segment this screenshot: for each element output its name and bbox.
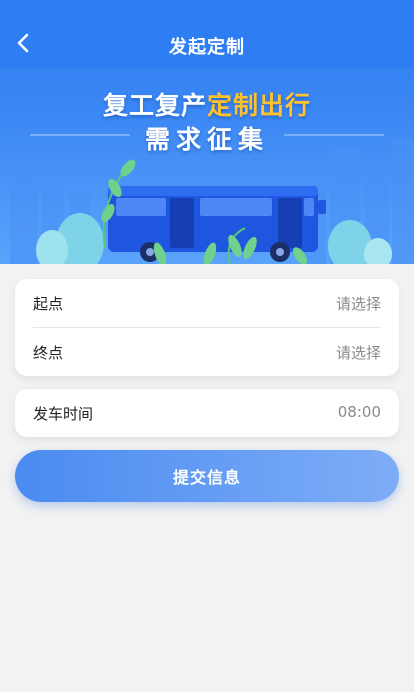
end-point-row[interactable]: 终点 请选择 [33, 328, 381, 376]
departure-time-label: 发车时间 [33, 405, 94, 423]
banner-header: 发起定制 复工复产定制出行 需求征集 [0, 0, 414, 264]
start-point-value[interactable]: 请选择 [336, 293, 381, 314]
banner-headline: 复工复产定制出行 [0, 86, 414, 122]
end-point-value[interactable]: 请选择 [336, 342, 381, 363]
page-title: 发起定制 [169, 37, 245, 58]
start-point-row[interactable]: 起点 请选择 [33, 279, 381, 327]
banner-headline-highlight: 定制出行 [207, 91, 312, 120]
banner-headline-part1: 复工复产 [102, 91, 207, 120]
departure-time-value[interactable]: 08:00 [338, 403, 381, 421]
start-point-label: 起点 [33, 295, 64, 313]
banner-subtitle: 需求征集 [144, 125, 269, 154]
submit-button[interactable]: 提交信息 [15, 450, 399, 502]
route-card: 起点 请选择 终点 请选择 [15, 279, 399, 376]
time-card: 发车时间 08:00 [15, 389, 399, 437]
nav-bar: 发起定制 [0, 0, 414, 68]
end-point-label: 终点 [33, 344, 64, 362]
departure-time-row[interactable]: 发车时间 08:00 [33, 389, 381, 437]
